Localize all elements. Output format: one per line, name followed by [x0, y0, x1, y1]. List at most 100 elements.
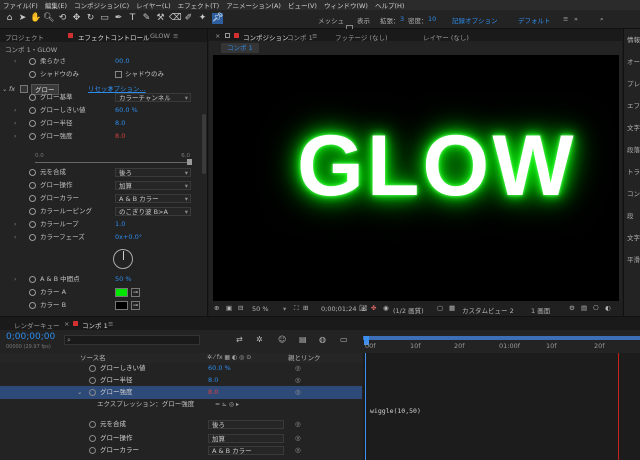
right-panel-item[interactable]: 段	[627, 210, 634, 220]
stopwatch-icon[interactable]	[29, 133, 36, 140]
param-value[interactable]: 60.0 %	[115, 104, 138, 117]
timeline-row[interactable]: 元を合成 後ろ ◎	[0, 418, 362, 431]
lock-icon[interactable]	[225, 33, 230, 38]
menu-item-8[interactable]: ヘルプ(H)	[375, 0, 404, 10]
roi-icon[interactable]: ▢	[437, 304, 443, 312]
stopwatch-icon[interactable]	[29, 302, 36, 309]
expand-toggle-icon[interactable]: ›	[14, 104, 16, 117]
param-dropdown[interactable]: 後ろ	[115, 168, 191, 177]
left-scrollbar[interactable]	[202, 114, 206, 174]
safe-zones-icon[interactable]: ⊟	[238, 304, 243, 312]
timeline-row[interactable]: エクスプレッション：グロー強度 = ⊾ ◎ ▸	[0, 398, 362, 411]
param-dropdown[interactable]: A & B カラー	[115, 194, 191, 203]
draft-3d-icon[interactable]: ✲	[256, 335, 263, 344]
reset-exposure-icon[interactable]: ◐	[605, 304, 611, 312]
comp-menu-icon[interactable]: ≡	[312, 32, 317, 40]
stopwatch-icon[interactable]	[29, 182, 36, 189]
stopwatch-icon[interactable]	[89, 377, 96, 384]
time-ruler[interactable]: 00f 10f 20f 01:00f 10f 20f	[363, 336, 640, 353]
eyedropper-icon[interactable]: ⊸	[131, 301, 140, 310]
tab-composition[interactable]: コンポジション	[243, 32, 289, 42]
expand-toggle-icon[interactable]: ›	[14, 55, 16, 68]
stopwatch-icon[interactable]	[29, 120, 36, 127]
workspace-more-icon[interactable]: »	[574, 15, 578, 23]
tab-effect-controls[interactable]: エフェクトコントロール	[78, 32, 150, 42]
panel-menu-icon[interactable]: ≡	[173, 32, 178, 40]
roto-tool-icon[interactable]: ✐	[183, 13, 194, 24]
density-value[interactable]: 10	[428, 15, 436, 23]
param-value[interactable]: 0x+0.0°	[115, 231, 142, 244]
magnify-icon[interactable]: ⊕	[214, 304, 219, 312]
timeline-close-icon[interactable]: ×	[64, 320, 69, 328]
comp-mini-flowchart-icon[interactable]: ⇄	[236, 335, 243, 344]
timeline-row[interactable]: グローカラー A & B カラー ◎	[0, 444, 362, 457]
tab-footage[interactable]: フッテージ (なし)	[335, 32, 388, 42]
move-tool-icon[interactable]: ✥	[71, 13, 82, 24]
stopwatch-icon[interactable]	[89, 435, 96, 442]
pen-tool-icon[interactable]: ✒	[113, 13, 124, 24]
search-icon[interactable]: ⌕	[600, 15, 604, 24]
stopwatch-icon[interactable]	[29, 208, 36, 215]
camera-dropdown[interactable]: カスタムビュー 2	[462, 305, 514, 315]
pickwhip-icon[interactable]: ◎	[295, 444, 301, 457]
expression-text[interactable]: wiggle(10,50)	[370, 407, 421, 415]
glow-text-layer[interactable]: GLOW	[297, 117, 577, 216]
menu-item-2[interactable]: コンポジション(C)	[74, 0, 129, 10]
workspace-menu-icon[interactable]: ≡	[563, 15, 568, 23]
expand-value[interactable]: 3	[400, 15, 404, 23]
right-panel-item[interactable]: 情報	[627, 34, 640, 44]
type-tool-icon[interactable]: T	[127, 13, 138, 24]
menu-item-5[interactable]: アニメーション(A)	[226, 0, 281, 10]
expand-toggle-icon[interactable]: ›	[14, 231, 16, 244]
tab-layer[interactable]: レイヤー (なし)	[423, 32, 469, 42]
fast-preview-icon[interactable]: ⚙	[569, 304, 575, 312]
param-value[interactable]: 8.0	[115, 130, 125, 143]
expression-controls-icon[interactable]: = ⊾ ◎ ▸	[215, 398, 239, 411]
comp-timecode[interactable]: 0;00;01;24	[321, 305, 357, 313]
menu-item-7[interactable]: ウィンドウ(W)	[324, 0, 368, 10]
param-value[interactable]: 1.0	[115, 218, 125, 231]
stopwatch-icon[interactable]	[89, 365, 96, 372]
timeline-toggle-icon[interactable]: ▤	[581, 304, 587, 312]
work-area-bar[interactable]	[363, 336, 640, 340]
right-panel-item[interactable]: 段落	[627, 144, 640, 154]
comp-close-icon[interactable]: ×	[215, 32, 220, 40]
snapshot-icon[interactable]: 📷︎	[359, 304, 367, 312]
eraser-tool-icon[interactable]: ⌫	[169, 13, 182, 24]
timeline-prop-dropdown[interactable]: 加算	[208, 434, 284, 443]
record-options-button[interactable]: 記録オプション	[452, 15, 498, 25]
expand-toggle-icon[interactable]: ›	[14, 117, 16, 130]
timeline-prop-dropdown[interactable]: 後ろ	[208, 420, 284, 429]
hand-tool-icon[interactable]: ✋	[30, 13, 41, 24]
stopwatch-icon[interactable]	[89, 447, 96, 454]
view-count-dropdown[interactable]: 1 画面	[531, 305, 550, 315]
stopwatch-icon[interactable]	[29, 107, 36, 114]
resolution-dropdown[interactable]: (1/2 画質)	[393, 305, 424, 315]
color-swatch[interactable]	[115, 301, 128, 310]
expand-toggle-icon[interactable]: ›	[14, 218, 16, 231]
color-swatch[interactable]	[115, 288, 128, 297]
zoom-dropdown[interactable]: 50 %	[252, 305, 269, 313]
chevron-down-icon[interactable]: ▾	[283, 305, 286, 313]
flowchart-icon[interactable]: ⎔	[593, 304, 599, 312]
param-dropdown[interactable]: 加算	[115, 181, 191, 190]
expand-toggle-icon[interactable]: ›	[14, 130, 16, 143]
param-value[interactable]: 8.0	[115, 117, 125, 130]
transparency-icon[interactable]: ▦	[449, 304, 455, 312]
stopwatch-icon[interactable]	[29, 276, 36, 283]
pin-tool-icon[interactable]: 📌︎	[212, 13, 223, 24]
tab-project[interactable]: プロジェクト	[5, 32, 44, 42]
stopwatch-icon[interactable]	[29, 221, 36, 228]
shy-icon[interactable]: ☺	[278, 335, 286, 344]
param-value[interactable]: 50 %	[115, 273, 132, 286]
menu-item-4[interactable]: エフェクト(T)	[178, 0, 220, 10]
workspace-default[interactable]: デフォルト	[518, 15, 551, 25]
comp-subtab[interactable]: コンポ 1	[221, 43, 259, 53]
eyedropper-icon[interactable]: ⊸	[131, 288, 140, 297]
stopwatch-icon[interactable]	[29, 71, 36, 78]
expand-toggle-icon[interactable]: ›	[14, 273, 16, 286]
right-panel-item[interactable]: エフ	[627, 100, 640, 110]
display-icon[interactable]: ▣	[226, 304, 232, 312]
stopwatch-icon[interactable]	[89, 421, 96, 428]
stopwatch-icon[interactable]	[29, 289, 36, 296]
